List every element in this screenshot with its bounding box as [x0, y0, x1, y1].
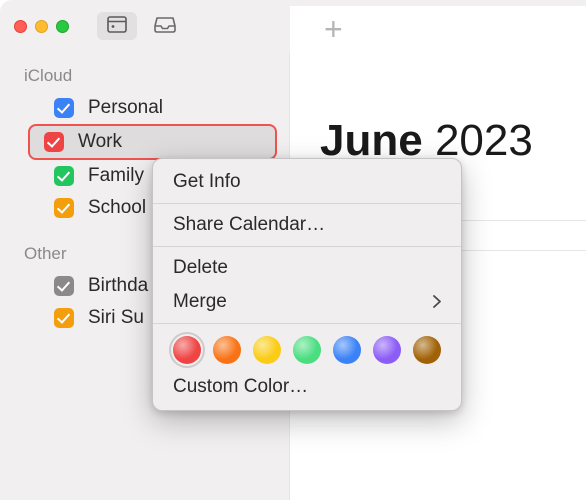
- menu-separator: [153, 246, 461, 247]
- toolbar-main: +: [290, 6, 586, 52]
- menu-separator: [153, 203, 461, 204]
- color-swatch-brown[interactable]: [413, 336, 441, 364]
- calendar-item-work[interactable]: Work: [28, 124, 277, 160]
- menu-label: Delete: [173, 257, 228, 279]
- menu-label: Get Info: [173, 171, 241, 193]
- color-swatch-yellow[interactable]: [253, 336, 281, 364]
- checkbox-icon[interactable]: [54, 308, 74, 328]
- checkbox-icon[interactable]: [44, 132, 64, 152]
- calendar-label: Family: [88, 165, 144, 187]
- sidebar-section-icloud[interactable]: iCloud: [0, 60, 289, 92]
- color-swatch-orange[interactable]: [213, 336, 241, 364]
- color-picker-row: [153, 328, 461, 370]
- menu-separator: [153, 323, 461, 324]
- calendar-label: Siri Su: [88, 307, 144, 329]
- maximize-window-button[interactable]: [56, 20, 69, 33]
- calendar-label: Personal: [88, 97, 163, 119]
- color-swatch-red[interactable]: [173, 336, 201, 364]
- calendar-item-personal[interactable]: Personal: [8, 92, 281, 124]
- color-swatch-green[interactable]: [293, 336, 321, 364]
- window-controls: [14, 20, 69, 33]
- menu-label: Custom Color…: [173, 376, 308, 398]
- inbox-button[interactable]: [145, 12, 185, 40]
- menu-label: Share Calendar…: [173, 214, 325, 236]
- inbox-icon: [154, 15, 176, 38]
- calendar-toggle-button[interactable]: [97, 12, 137, 40]
- calendar-label: Birthda: [88, 275, 148, 297]
- chevron-right-icon: [433, 292, 441, 313]
- checkbox-icon[interactable]: [54, 276, 74, 296]
- calendar-icon: [107, 15, 127, 38]
- color-swatch-blue[interactable]: [333, 336, 361, 364]
- menu-get-info[interactable]: Get Info: [153, 165, 461, 199]
- color-swatch-purple[interactable]: [373, 336, 401, 364]
- checkbox-icon[interactable]: [54, 198, 74, 218]
- checkbox-icon[interactable]: [54, 166, 74, 186]
- calendar-label: School: [88, 197, 146, 219]
- calendar-context-menu: Get Info Share Calendar… Delete Merge Cu…: [152, 158, 462, 411]
- menu-label: Merge: [173, 291, 227, 313]
- menu-custom-color[interactable]: Custom Color…: [153, 370, 461, 404]
- calendar-label: Work: [78, 131, 122, 153]
- minimize-window-button[interactable]: [35, 20, 48, 33]
- menu-merge[interactable]: Merge: [153, 285, 461, 319]
- close-window-button[interactable]: [14, 20, 27, 33]
- menu-share-calendar[interactable]: Share Calendar…: [153, 208, 461, 242]
- menu-delete[interactable]: Delete: [153, 251, 461, 285]
- checkbox-icon[interactable]: [54, 98, 74, 118]
